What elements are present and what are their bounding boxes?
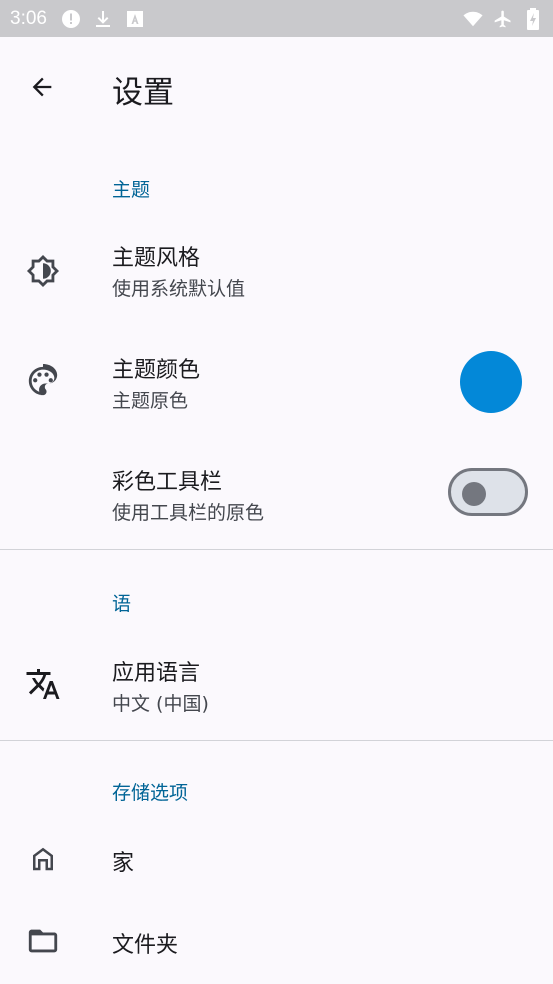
switch-thumb <box>462 482 486 506</box>
app-language-summary: 中文 (中国) <box>112 693 209 715</box>
status-system-icons <box>463 0 543 37</box>
home-icon <box>22 838 64 880</box>
storage-home-title: 家 <box>112 851 135 876</box>
storage-folder-item[interactable]: 文件夹 <box>0 912 553 972</box>
arrow-back-icon <box>32 77 52 97</box>
back-button[interactable] <box>20 65 64 109</box>
theme-color-swatch[interactable] <box>460 351 522 413</box>
battery-charging-icon <box>523 7 543 30</box>
colored-toolbar-title: 彩色工具栏 <box>112 470 223 495</box>
storage-home-item[interactable]: 家 <box>0 830 553 890</box>
wifi-icon <box>463 9 483 29</box>
app-bar: 设置 <box>0 37 553 137</box>
app-language-title: 应用语言 <box>112 661 201 686</box>
section-header-language: 语 <box>112 593 132 615</box>
keyboard-a-icon <box>125 9 145 29</box>
colored-toolbar-item[interactable]: 彩色工具栏 使用工具栏的原色 <box>0 452 553 538</box>
storage-folder-title: 文件夹 <box>112 933 179 958</box>
theme-color-summary: 主题原色 <box>112 390 189 412</box>
folder-icon <box>22 920 64 962</box>
colored-toolbar-switch[interactable] <box>448 468 528 516</box>
section-divider <box>0 740 553 741</box>
brightness-icon <box>22 250 64 292</box>
status-time: 3:06 <box>10 7 47 29</box>
section-header-storage: 存储选项 <box>112 782 189 804</box>
colored-toolbar-summary: 使用工具栏的原色 <box>112 502 265 524</box>
theme-style-summary: 使用系统默认值 <box>112 278 246 300</box>
theme-style-title: 主题风格 <box>112 246 201 271</box>
palette-icon <box>22 360 64 402</box>
app-language-item[interactable]: 应用语言 中文 (中国) <box>0 641 553 727</box>
page-title: 设置 <box>112 75 174 111</box>
theme-color-item[interactable]: 主题颜色 主题原色 <box>0 340 553 426</box>
section-divider <box>0 549 553 550</box>
airplane-icon <box>493 9 513 29</box>
alert-icon <box>61 9 81 29</box>
theme-style-item[interactable]: 主题风格 使用系统默认值 <box>0 228 553 314</box>
section-header-theme: 主题 <box>112 179 151 201</box>
status-notification-icons <box>61 9 145 29</box>
download-icon <box>93 9 113 29</box>
theme-color-title: 主题颜色 <box>112 358 201 383</box>
status-bar: 3:06 <box>0 0 553 37</box>
translate-icon <box>22 663 64 705</box>
